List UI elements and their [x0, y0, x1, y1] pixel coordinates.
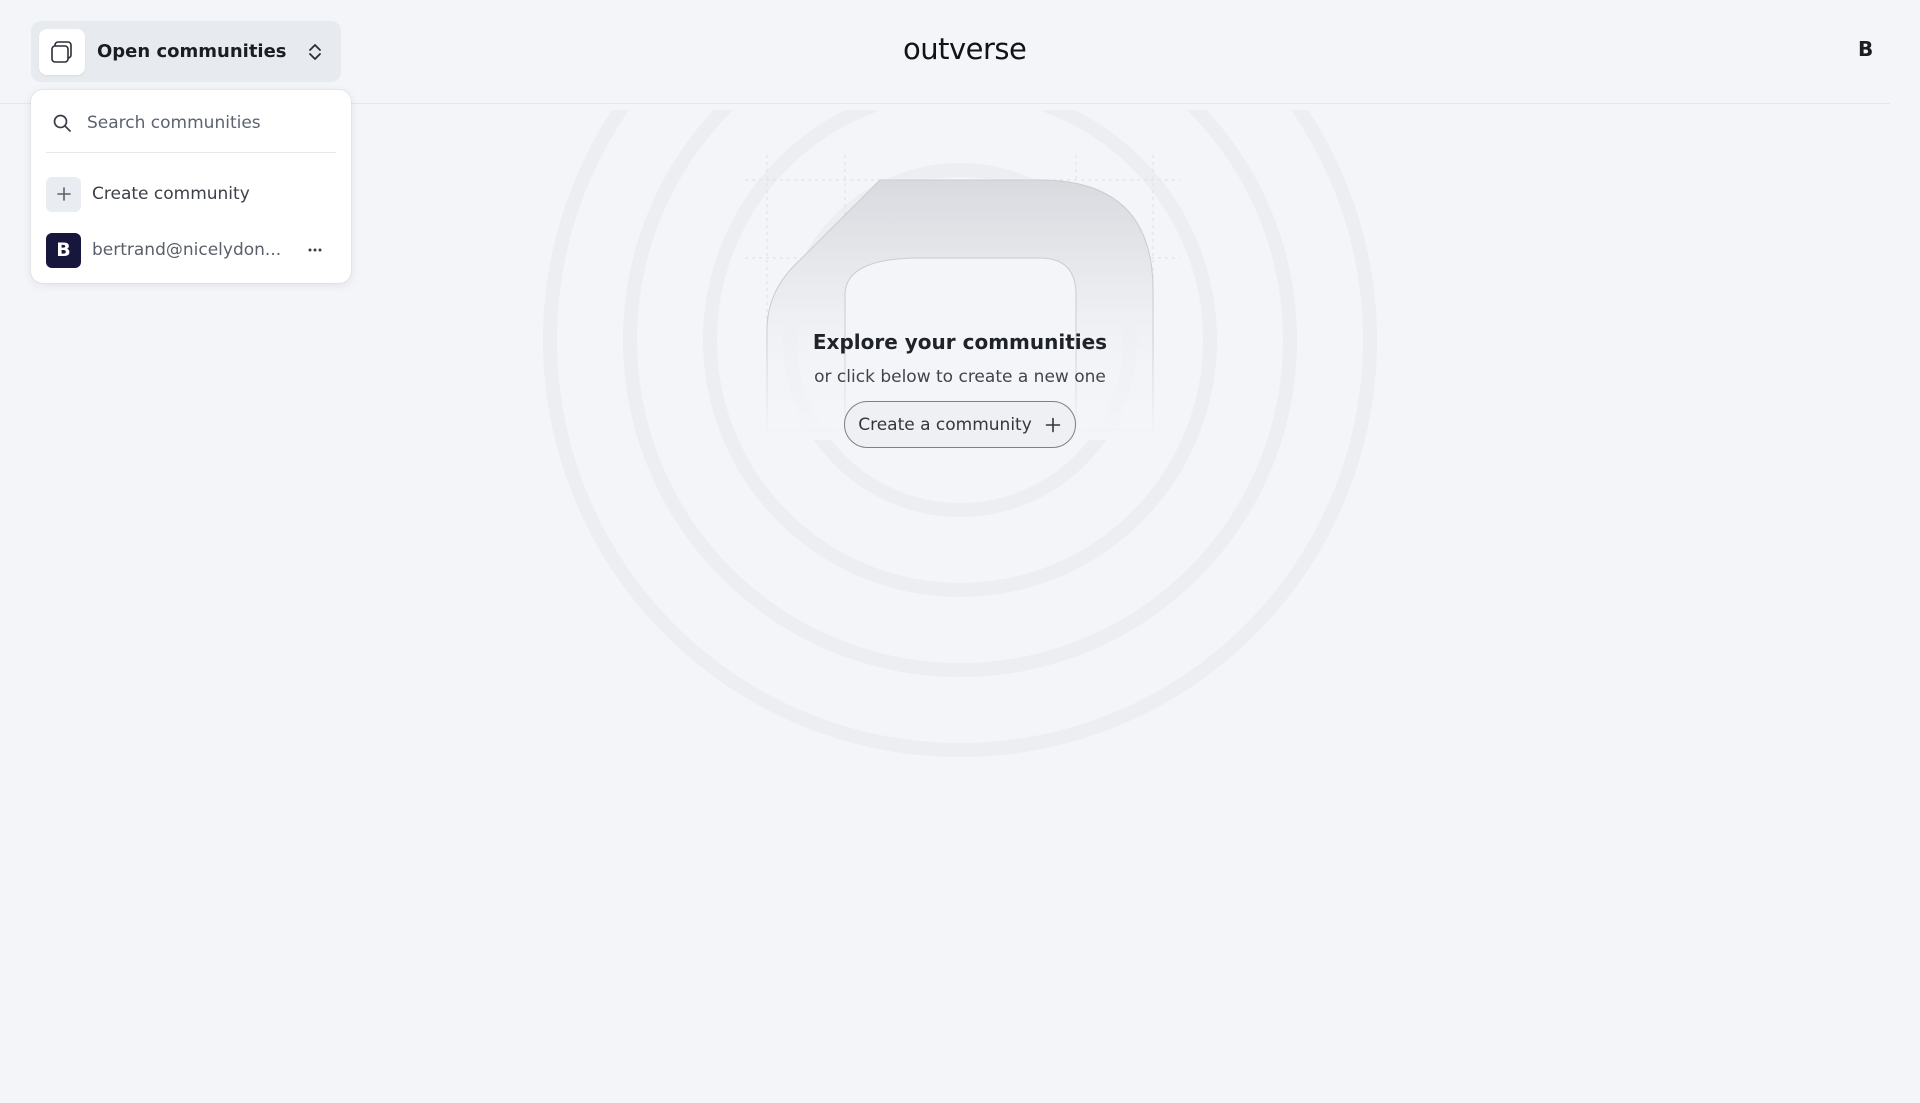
stacked-squares-icon: [51, 40, 72, 63]
create-a-community-button[interactable]: Create a community: [844, 401, 1076, 448]
background-decoration: [543, 110, 1377, 757]
create-community-item[interactable]: Create community: [46, 176, 336, 212]
switcher-icon-container: [39, 28, 85, 75]
switcher-label: Open communities: [97, 41, 287, 62]
user-menu-initial[interactable]: B: [1858, 37, 1873, 61]
more-options-icon[interactable]: [304, 239, 326, 261]
community-switcher-button[interactable]: Open communities: [31, 21, 341, 82]
search-row: [46, 104, 336, 153]
create-a-community-label: Create a community: [858, 414, 1032, 435]
create-community-label: Create community: [92, 184, 250, 204]
top-bar: Open communities outverse B: [0, 0, 1890, 104]
empty-state-subtitle: or click below to create a new one: [814, 367, 1106, 387]
search-communities-input[interactable]: [85, 112, 329, 134]
plus-icon: [46, 176, 81, 212]
search-icon: [51, 112, 73, 134]
account-email: bertrand@nicelydon...: [92, 240, 282, 260]
communities-dropdown: Create community B bertrand@nicelydon...: [31, 90, 351, 283]
account-avatar: B: [46, 232, 81, 268]
empty-state-title: Explore your communities: [812, 330, 1108, 354]
plus-icon: [1044, 416, 1062, 434]
chevron-up-down-icon: [303, 40, 327, 64]
empty-state: Explore your communities or click below …: [760, 330, 1160, 448]
outverse-logo[interactable]: outverse: [903, 32, 1027, 66]
app-page: Open communities outverse B Search commu…: [0, 0, 1920, 1103]
account-item[interactable]: B bertrand@nicelydon...: [46, 232, 336, 268]
